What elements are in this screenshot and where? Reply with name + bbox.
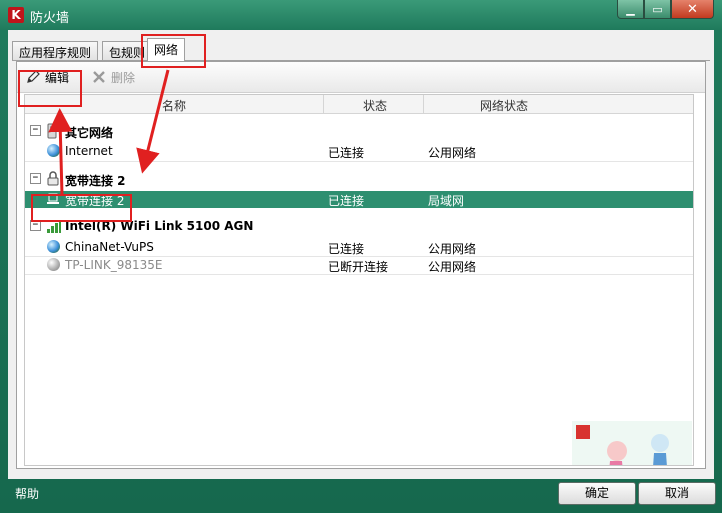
arrow-to-selected-row (136, 69, 170, 174)
tab-network[interactable]: 网络 (147, 38, 186, 61)
annotation-arrows (48, 69, 170, 196)
arrow-to-edit-button (48, 108, 73, 196)
firewall-window: K 防火墙 ▁ ▭ ✕ 应用程序规则 包规则 网络 编辑 删除 名称 状态 网络… (0, 0, 722, 513)
